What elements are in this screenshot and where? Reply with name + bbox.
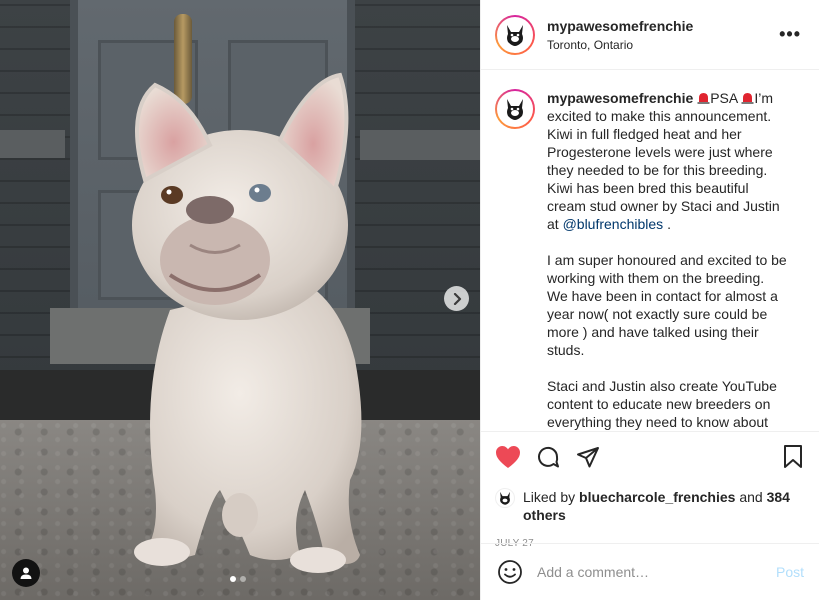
- frenchie-logo-icon: [500, 491, 510, 505]
- avatar-image: [497, 16, 533, 53]
- frenchie-logo-icon: [507, 24, 523, 46]
- post-comment-button[interactable]: Post: [776, 564, 804, 580]
- caption-text: mypawesomefrenchie PSA I’m excited to ma…: [547, 89, 787, 431]
- user-icon: [20, 567, 32, 579]
- action-bar: [495, 444, 806, 470]
- author-username[interactable]: mypawesomefrenchie: [547, 18, 775, 34]
- liked-by-user[interactable]: bluecharcole_frenchies: [579, 489, 735, 505]
- siren-emoji-icon: [741, 93, 754, 104]
- chevron-right-icon: [453, 292, 461, 305]
- french-bulldog-illustration: [132, 72, 362, 573]
- liked-by-summary: Liked by bluecharcole_frenchies and 384 …: [495, 488, 806, 524]
- carousel-dot: [240, 576, 246, 582]
- liked-by-text: Liked by bluecharcole_frenchies and 384 …: [523, 488, 806, 524]
- stone-ledge-left: [0, 130, 65, 158]
- liked-by-prefix: Liked by: [523, 489, 576, 505]
- save-button[interactable]: [780, 444, 806, 470]
- post-photo[interactable]: [0, 0, 480, 600]
- next-photo-button[interactable]: [444, 286, 469, 311]
- caption-paragraph-3: Staci and Justin also create YouTube con…: [547, 378, 777, 430]
- siren-emoji-icon: [697, 93, 710, 104]
- comment-bar: Post: [481, 543, 819, 600]
- author-avatar[interactable]: [495, 14, 535, 55]
- tagged-users-button[interactable]: [12, 559, 40, 587]
- comment-button[interactable]: [535, 444, 561, 470]
- more-options-icon[interactable]: •••: [775, 20, 805, 49]
- post-actions: Liked by bluecharcole_frenchies and 384 …: [481, 431, 819, 549]
- carousel-dot-active: [230, 576, 236, 582]
- comment-input[interactable]: [537, 564, 776, 580]
- mention-link[interactable]: @blufrenchibles: [563, 216, 664, 232]
- frenchie-logo-icon: [507, 99, 523, 120]
- caption-author-avatar[interactable]: [495, 89, 535, 129]
- post-side-panel: mypawesomefrenchie Toronto, Ontario ••• …: [480, 0, 819, 600]
- caption-username[interactable]: mypawesomefrenchie: [547, 90, 693, 106]
- liked-by-and: and: [739, 489, 763, 505]
- avatar-image: [497, 91, 533, 127]
- caption-psa: PSA: [710, 90, 738, 106]
- caption-section: mypawesomefrenchie PSA I’m excited to ma…: [481, 71, 819, 431]
- caption-period: .: [667, 216, 671, 232]
- caption-paragraph-2: I am super honoured and excited to be wo…: [547, 252, 787, 358]
- bookmark-icon: [784, 445, 802, 468]
- comment-bubble-icon: [538, 446, 559, 468]
- carousel-indicator: [230, 576, 246, 582]
- share-button[interactable]: [575, 444, 601, 470]
- caption-paragraph-1: I’m excited to make this announcement. K…: [547, 90, 780, 232]
- paper-plane-icon: [577, 447, 599, 468]
- liker-avatar[interactable]: [495, 488, 515, 508]
- heart-filled-icon: [496, 446, 520, 468]
- like-button[interactable]: [495, 444, 521, 470]
- post-header: mypawesomefrenchie Toronto, Ontario •••: [481, 0, 819, 70]
- post-location[interactable]: Toronto, Ontario: [547, 38, 775, 52]
- emoji-smiley-icon[interactable]: [497, 559, 523, 585]
